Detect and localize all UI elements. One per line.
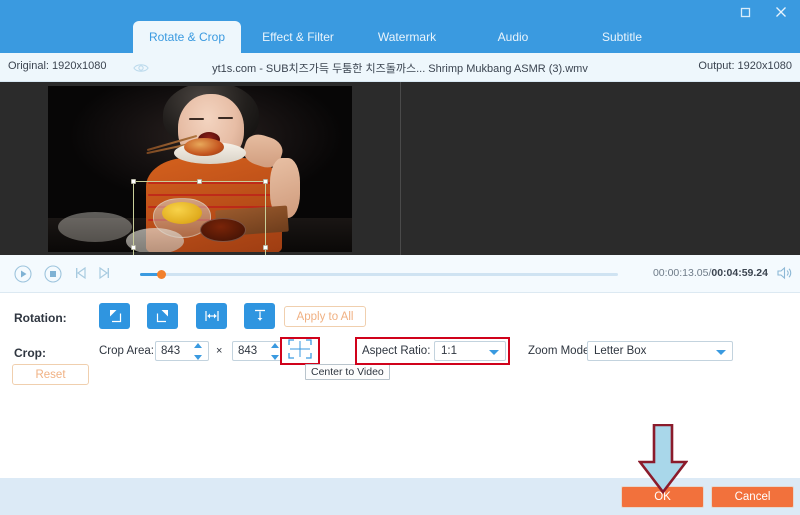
crop-width-up-icon[interactable] xyxy=(194,343,202,348)
crop-height-input[interactable] xyxy=(233,342,271,360)
cancel-label: Cancel xyxy=(734,491,771,503)
output-preview-pane[interactable] xyxy=(400,82,800,255)
total-time: 00:04:59.24 xyxy=(711,267,768,279)
zoom-mode-select[interactable]: Letter Box xyxy=(587,341,733,361)
output-resolution-label: Output: 1920x1080 xyxy=(698,60,792,72)
crop-width-input[interactable] xyxy=(156,342,194,360)
source-preview-pane[interactable] xyxy=(0,82,400,255)
crop-area-label: Crop Area: xyxy=(99,345,154,357)
rotate-left-icon xyxy=(107,308,123,324)
dialog-footer: OK Cancel xyxy=(0,478,800,515)
center-to-video-button[interactable] xyxy=(280,337,320,365)
info-bar: Original: 1920x1080 yt1s.com - SUB치즈가득 두… xyxy=(0,53,800,82)
apply-to-all-label: Apply to All xyxy=(296,310,354,323)
crop-height-stepper[interactable] xyxy=(232,341,286,361)
crop-label: Crop: xyxy=(14,346,46,360)
crop-handle-nw[interactable] xyxy=(131,179,136,184)
preview-divider xyxy=(400,82,401,255)
tab-label: Rotate & Crop xyxy=(148,30,226,44)
crop-width-arrows[interactable] xyxy=(194,343,205,360)
player-bar: 00:00:13.05/00:04:59.24 xyxy=(0,255,800,293)
file-name-label: yt1s.com - SUB치즈가득 두툼한 치즈돌까스... Shrimp M… xyxy=(212,63,588,75)
crop-handle-ne[interactable] xyxy=(263,179,268,184)
maximize-icon[interactable] xyxy=(732,2,758,22)
ok-button[interactable]: OK xyxy=(621,486,704,508)
video-editor-window: Rotate & Crop Effect & Filter Watermark … xyxy=(0,0,800,515)
tab-label: Subtitle xyxy=(601,30,643,44)
rotate-right-icon xyxy=(155,308,171,324)
flip-vertical-icon xyxy=(252,308,268,324)
crop-handle-n[interactable] xyxy=(196,179,202,184)
crop-handle-w[interactable] xyxy=(131,244,136,250)
chevron-down-icon[interactable] xyxy=(716,350,726,355)
seek-handle[interactable] xyxy=(157,270,166,279)
previous-frame-icon[interactable] xyxy=(73,265,91,283)
reset-button[interactable]: Reset xyxy=(12,364,89,385)
crop-width-stepper[interactable] xyxy=(155,341,209,361)
timecode-display: 00:00:13.05/00:04:59.24 xyxy=(653,267,768,279)
close-icon[interactable] xyxy=(768,2,794,22)
crop-width-down-icon[interactable] xyxy=(194,355,202,360)
reset-label: Reset xyxy=(35,368,66,381)
flip-horizontal-button[interactable] xyxy=(196,303,227,329)
crop-selection-box[interactable] xyxy=(131,179,268,255)
ok-label: OK xyxy=(654,491,671,503)
zoom-mode-label: Zoom Mode: xyxy=(528,345,593,357)
zoom-mode-value: Letter Box xyxy=(594,345,647,357)
seek-bar[interactable] xyxy=(140,270,618,279)
tab-subtitle[interactable]: Subtitle xyxy=(585,21,659,53)
flip-horizontal-icon xyxy=(204,308,220,324)
tab-watermark[interactable]: Watermark xyxy=(362,21,452,53)
aspect-ratio-label: Aspect Ratio: xyxy=(362,345,431,357)
title-bar: Rotate & Crop Effect & Filter Watermark … xyxy=(0,0,800,53)
center-to-video-icon xyxy=(288,338,312,364)
aspect-ratio-select[interactable]: 1:1 xyxy=(434,341,506,361)
stop-icon[interactable] xyxy=(44,265,62,283)
next-frame-icon[interactable] xyxy=(96,265,114,283)
tab-effect-filter[interactable]: Effect & Filter xyxy=(248,21,348,53)
rotate-left-button[interactable] xyxy=(99,303,130,329)
cancel-button[interactable]: Cancel xyxy=(711,486,794,508)
rotation-label: Rotation: xyxy=(14,311,67,325)
window-controls xyxy=(732,2,794,22)
tab-audio[interactable]: Audio xyxy=(478,21,548,53)
crop-height-up-icon[interactable] xyxy=(271,343,279,348)
tab-label: Watermark xyxy=(377,30,437,44)
apply-to-all-button[interactable]: Apply to All xyxy=(284,306,366,327)
chevron-down-icon[interactable] xyxy=(489,350,499,355)
tab-rotate-crop[interactable]: Rotate & Crop xyxy=(133,21,241,53)
rotate-right-button[interactable] xyxy=(147,303,178,329)
center-to-video-tooltip: Center to Video xyxy=(305,364,390,380)
tab-label: Effect & Filter xyxy=(262,30,334,44)
tab-bar: Rotate & Crop Effect & Filter Watermark … xyxy=(0,21,800,53)
crop-handle-e[interactable] xyxy=(263,244,268,250)
current-time: 00:00:13.05 xyxy=(652,267,709,279)
tab-label: Audio xyxy=(497,30,529,44)
aspect-ratio-value: 1:1 xyxy=(441,345,457,357)
flip-vertical-button[interactable] xyxy=(244,303,275,329)
crop-height-down-icon[interactable] xyxy=(271,355,279,360)
multiply-symbol: × xyxy=(216,345,223,357)
play-icon[interactable] xyxy=(14,265,32,283)
speaker-icon[interactable] xyxy=(776,266,792,280)
